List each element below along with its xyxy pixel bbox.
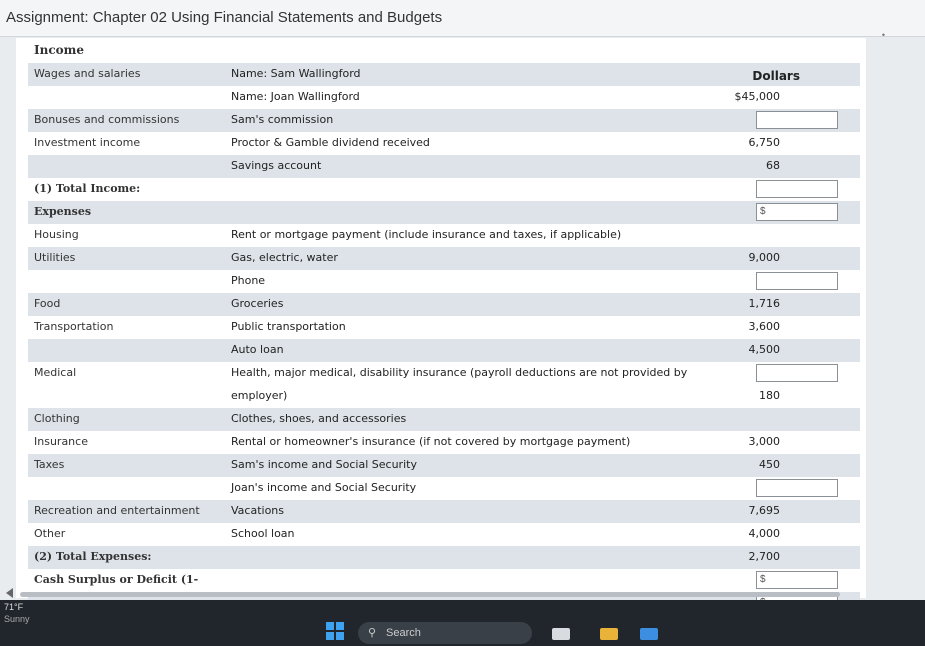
horizontal-scrollbar[interactable] (20, 592, 840, 597)
row-value: 1,716 (748, 297, 781, 310)
row-description: Name: Joan Wallingford (231, 90, 360, 103)
table-row: Savings account 68 (28, 155, 860, 178)
table-row: Bonuses and commissions Sam's commission (28, 109, 860, 132)
row-description: Gas, electric, water (231, 251, 338, 264)
row-category: Cash Surplus or Deficit (1- (34, 573, 199, 586)
table-row: Joan's income and Social Security (28, 477, 860, 500)
table-row: Auto loan 4,500 (28, 339, 860, 362)
row-description: Sam's commission (231, 113, 334, 126)
table-row: Name: Joan Wallingford $45,000 (28, 86, 860, 109)
table-row: Medical Health, major medical, disability… (28, 362, 860, 385)
row-description: Groceries (231, 297, 284, 310)
row-description: School loan (231, 527, 295, 540)
row-category: (1) Total Income: (34, 182, 141, 195)
search-icon: ⚲ (368, 627, 377, 639)
amount-input[interactable] (756, 479, 838, 497)
amount-input[interactable]: $ (756, 571, 838, 589)
income-heading: Income (34, 43, 84, 57)
assignment-header: Assignment: Chapter 02 Using Financial S… (0, 0, 925, 40)
row-category: Food (34, 297, 61, 310)
weather-condition[interactable]: Sunny (4, 614, 30, 624)
row-description: Savings account (231, 159, 322, 172)
amount-input[interactable] (756, 180, 838, 198)
amount-input[interactable] (756, 272, 838, 290)
row-category: Expenses (34, 205, 92, 218)
row-value: 180 (759, 389, 780, 402)
budget-table: Wages and salaries Name: Sam Wallingford D… (28, 63, 860, 615)
row-description: Proctor & Gamble dividend received (231, 136, 430, 149)
row-description: Public transportation (231, 320, 346, 333)
table-row: Cash Surplus or Deficit (1- $ (28, 569, 860, 592)
row-category: Housing (34, 228, 79, 241)
dollars-column-heading: Dollars (752, 69, 800, 83)
row-value: 6,750 (748, 136, 781, 149)
table-row: Housing Rent or mortgage payment (include… (28, 224, 860, 247)
table-row: Other School loan 4,000 (28, 523, 860, 546)
row-value: 68 (766, 159, 780, 172)
row-description: Phone (231, 274, 266, 287)
table-row: Expenses $ (28, 201, 860, 224)
search-label: Search (386, 627, 421, 639)
assignment-title: Assignment: Chapter 02 Using Financial S… (6, 9, 443, 26)
row-description: employer) (231, 389, 288, 402)
row-category: Bonuses and commissions (34, 113, 180, 126)
row-category: Recreation and entertainment (34, 504, 200, 517)
row-category: Transportation (34, 320, 114, 333)
table-row: Investment income Proctor & Gamble divide… (28, 132, 860, 155)
browser-icon[interactable] (640, 628, 658, 640)
table-row: Taxes Sam's income and Social Security 450 (28, 454, 860, 477)
row-value: 4,000 (748, 527, 781, 540)
row-description: Auto loan (231, 343, 284, 356)
row-description: Rental or homeowner's insurance (if not … (231, 435, 631, 448)
row-value: 7,695 (748, 504, 781, 517)
row-category: (2) Total Expenses: (34, 550, 152, 563)
table-row: Wages and salaries Name: Sam Wallingford D… (28, 63, 860, 86)
row-description: Joan's income and Social Security (231, 481, 417, 494)
row-description: Vacations (231, 504, 285, 517)
folder-icon[interactable] (600, 628, 618, 640)
row-category: Investment income (34, 136, 141, 149)
row-value: 2,700 (748, 550, 781, 563)
row-description: Name: Sam Wallingford (231, 67, 361, 80)
row-category: Other (34, 527, 66, 540)
table-row: Phone (28, 270, 860, 293)
table-row: Utilities Gas, electric, water 9,000 (28, 247, 860, 270)
row-category: Taxes (34, 458, 65, 471)
row-description: Sam's income and Social Security (231, 458, 417, 471)
row-category: Utilities (34, 251, 76, 264)
row-value: 9,000 (748, 251, 781, 264)
row-description: Rent or mortgage payment (include insura… (231, 228, 622, 241)
table-row: Food Groceries 1,716 (28, 293, 860, 316)
table-row: Clothing Clothes, shoes, and accessories (28, 408, 860, 431)
row-value: 3,600 (748, 320, 781, 333)
file-explorer-icon[interactable] (552, 628, 570, 640)
row-value: 4,500 (748, 343, 781, 356)
amount-input[interactable] (756, 364, 838, 382)
table-row: (2) Total Expenses: 2,700 (28, 546, 860, 569)
weather-temperature[interactable]: 71°F (4, 602, 23, 612)
row-value: 3,000 (748, 435, 781, 448)
dot-icon: • (881, 30, 885, 40)
row-description: Clothes, shoes, and accessories (231, 412, 407, 425)
scroll-left-arrow-icon[interactable] (6, 588, 13, 598)
table-row: Insurance Rental or homeowner's insurance… (28, 431, 860, 454)
taskbar-search[interactable]: ⚲ Search (358, 622, 532, 644)
row-value: 450 (759, 458, 780, 471)
table-row: Transportation Public transportation 3,600 (28, 316, 860, 339)
table-row: employer) 180 (28, 385, 860, 408)
amount-input[interactable] (756, 111, 838, 129)
windows-start-icon[interactable] (326, 622, 344, 640)
row-category: Wages and salaries (34, 67, 141, 80)
row-description: Health, major medical, disability insura… (231, 366, 688, 379)
row-value: $45,000 (734, 90, 781, 103)
table-row: Recreation and entertainment Vacations 7,6… (28, 500, 860, 523)
row-category: Insurance (34, 435, 88, 448)
table-row: (1) Total Income: (28, 178, 860, 201)
row-category: Medical (34, 366, 77, 379)
amount-input[interactable]: $ (756, 203, 838, 221)
row-category: Clothing (34, 412, 80, 425)
